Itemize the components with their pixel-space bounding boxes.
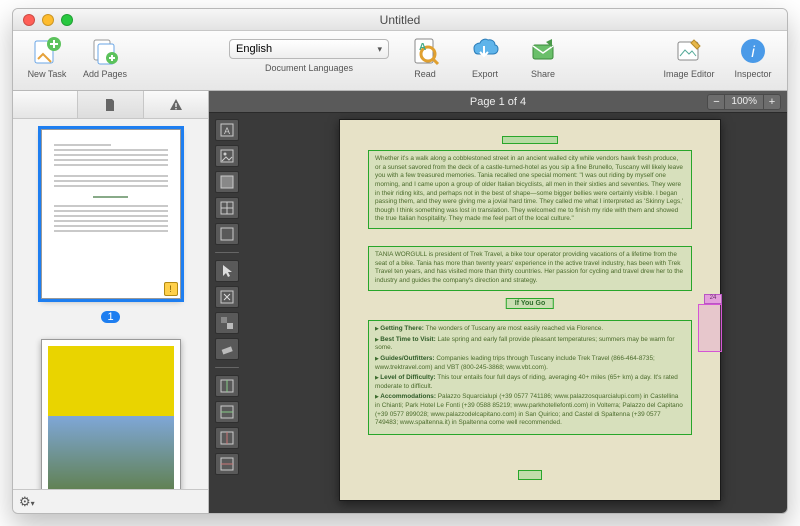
stamp-text: If You Go bbox=[515, 300, 545, 307]
window-controls bbox=[13, 14, 73, 26]
page-header: Page 1 of 4 − 100% + bbox=[209, 91, 787, 113]
thumbnail-list: ! 1 ! 2 bbox=[13, 119, 208, 489]
bullet-label: Getting There: bbox=[380, 325, 424, 332]
region-header-mark[interactable] bbox=[502, 136, 558, 144]
read-icon: A bbox=[409, 35, 441, 67]
area-tools: A bbox=[215, 119, 239, 475]
tool-pointer[interactable] bbox=[215, 260, 239, 282]
zoom-out-button[interactable]: − bbox=[707, 94, 725, 110]
para1-text: Whether it's a walk along a cobblestoned… bbox=[375, 155, 683, 222]
language-select[interactable]: English ▾ bbox=[229, 39, 389, 59]
region-stamp[interactable]: If You Go bbox=[506, 298, 554, 309]
image-editor-button[interactable]: Image Editor bbox=[657, 35, 721, 79]
region-text-2[interactable]: TANIA WORGULL is president of Trek Trave… bbox=[368, 246, 692, 291]
tool-background-area[interactable] bbox=[215, 171, 239, 193]
toolbar: New Task Add Pages English ▾ Document La… bbox=[13, 31, 787, 91]
add-pages-label: Add Pages bbox=[83, 69, 127, 79]
export-icon bbox=[469, 35, 501, 67]
new-task-button[interactable]: New Task bbox=[21, 35, 73, 79]
bullet-label: Best Time to Visit: bbox=[380, 336, 436, 343]
region-text-1[interactable]: Whether it's a walk along a cobblestoned… bbox=[368, 150, 692, 229]
close-window-button[interactable] bbox=[23, 14, 35, 26]
tool-remove-vline[interactable] bbox=[215, 427, 239, 449]
svg-text:A: A bbox=[419, 42, 426, 53]
zoom-controls: − 100% + bbox=[707, 94, 781, 110]
export-button[interactable]: Export bbox=[459, 35, 511, 79]
tool-add-vline[interactable] bbox=[215, 375, 239, 397]
read-label: Read bbox=[414, 69, 436, 79]
zoom-level[interactable]: 100% bbox=[725, 94, 763, 110]
canvas[interactable]: A bbox=[209, 113, 787, 513]
tool-text-area[interactable]: A bbox=[215, 119, 239, 141]
bullet-label: Accommodations: bbox=[380, 393, 436, 400]
tool-separator bbox=[215, 252, 239, 253]
region-picture-side[interactable] bbox=[698, 304, 722, 352]
tool-remove-hline[interactable] bbox=[215, 453, 239, 475]
sidebar-tab-warnings[interactable] bbox=[144, 91, 208, 118]
inspector-button[interactable]: i Inspector bbox=[727, 35, 779, 79]
tool-add-hline[interactable] bbox=[215, 401, 239, 423]
add-pages-icon bbox=[89, 35, 121, 67]
window-title: Untitled bbox=[13, 13, 787, 27]
region-side-label[interactable]: 24 bbox=[704, 294, 722, 304]
sidebar: ! 1 ! 2 ⚙︎▾ bbox=[13, 91, 209, 513]
region-footer-mark[interactable] bbox=[518, 470, 542, 480]
sidebar-status-bar: ⚙︎▾ bbox=[13, 489, 208, 513]
tool-table-area[interactable] bbox=[215, 197, 239, 219]
document-page[interactable]: Whether it's a walk along a cobblestoned… bbox=[339, 119, 721, 501]
gear-icon[interactable]: ⚙︎▾ bbox=[19, 494, 35, 510]
main-viewer: Page 1 of 4 − 100% + A bbox=[209, 91, 787, 513]
thumbnail-2[interactable]: ! 2 bbox=[41, 339, 181, 489]
minimize-window-button[interactable] bbox=[42, 14, 54, 26]
tool-barcode-area[interactable] bbox=[215, 223, 239, 245]
inspector-label: Inspector bbox=[734, 69, 771, 79]
thumbnail-1[interactable]: ! 1 bbox=[41, 129, 181, 325]
sidebar-tabs bbox=[13, 91, 208, 119]
share-button[interactable]: Share bbox=[517, 35, 569, 79]
app-window: Untitled New Task Add Pages English ▾ bbox=[12, 8, 788, 514]
chevron-down-icon: ▾ bbox=[377, 44, 382, 55]
thumbnail-1-number: 1 bbox=[101, 311, 119, 323]
share-label: Share bbox=[531, 69, 555, 79]
image-editor-icon bbox=[673, 35, 705, 67]
warning-icon bbox=[169, 98, 183, 111]
page-icon bbox=[104, 98, 116, 112]
inspector-icon: i bbox=[737, 35, 769, 67]
export-label: Export bbox=[472, 69, 498, 79]
share-icon bbox=[527, 35, 559, 67]
tool-separator bbox=[215, 367, 239, 368]
bullet-text: The wonders of Tuscany are most easily r… bbox=[424, 325, 603, 332]
language-caption: Document Languages bbox=[265, 63, 353, 73]
add-pages-button[interactable]: Add Pages bbox=[79, 35, 131, 79]
bullet-label: Guides/Outfitters: bbox=[380, 355, 434, 362]
tool-picture-area[interactable] bbox=[215, 145, 239, 167]
region-text-3[interactable]: Getting There: The wonders of Tuscany ar… bbox=[368, 320, 692, 435]
zoom-window-button[interactable] bbox=[61, 14, 73, 26]
tool-eraser[interactable] bbox=[215, 338, 239, 360]
language-value: English bbox=[236, 43, 272, 55]
tool-order[interactable] bbox=[215, 312, 239, 334]
content-area: ! 1 ! 2 ⚙︎▾ Page 1 of 4 bbox=[13, 91, 787, 513]
zoom-in-button[interactable]: + bbox=[763, 94, 781, 110]
page-indicator: Page 1 of 4 bbox=[470, 96, 526, 108]
titlebar: Untitled bbox=[13, 9, 787, 31]
new-task-label: New Task bbox=[28, 69, 67, 79]
new-task-icon bbox=[31, 35, 63, 67]
sidebar-tab-blank[interactable] bbox=[13, 91, 78, 118]
bullet-label: Level of Difficulty: bbox=[380, 374, 435, 381]
image-editor-label: Image Editor bbox=[663, 69, 714, 79]
svg-text:i: i bbox=[751, 44, 755, 61]
tool-delete-area[interactable] bbox=[215, 286, 239, 308]
thumbnail-warning-badge: ! bbox=[164, 282, 178, 296]
read-button[interactable]: A Read bbox=[399, 35, 451, 79]
para2-text: TANIA WORGULL is president of Trek Trave… bbox=[375, 251, 683, 284]
svg-text:A: A bbox=[224, 126, 230, 136]
sidebar-tab-pages[interactable] bbox=[78, 91, 143, 118]
